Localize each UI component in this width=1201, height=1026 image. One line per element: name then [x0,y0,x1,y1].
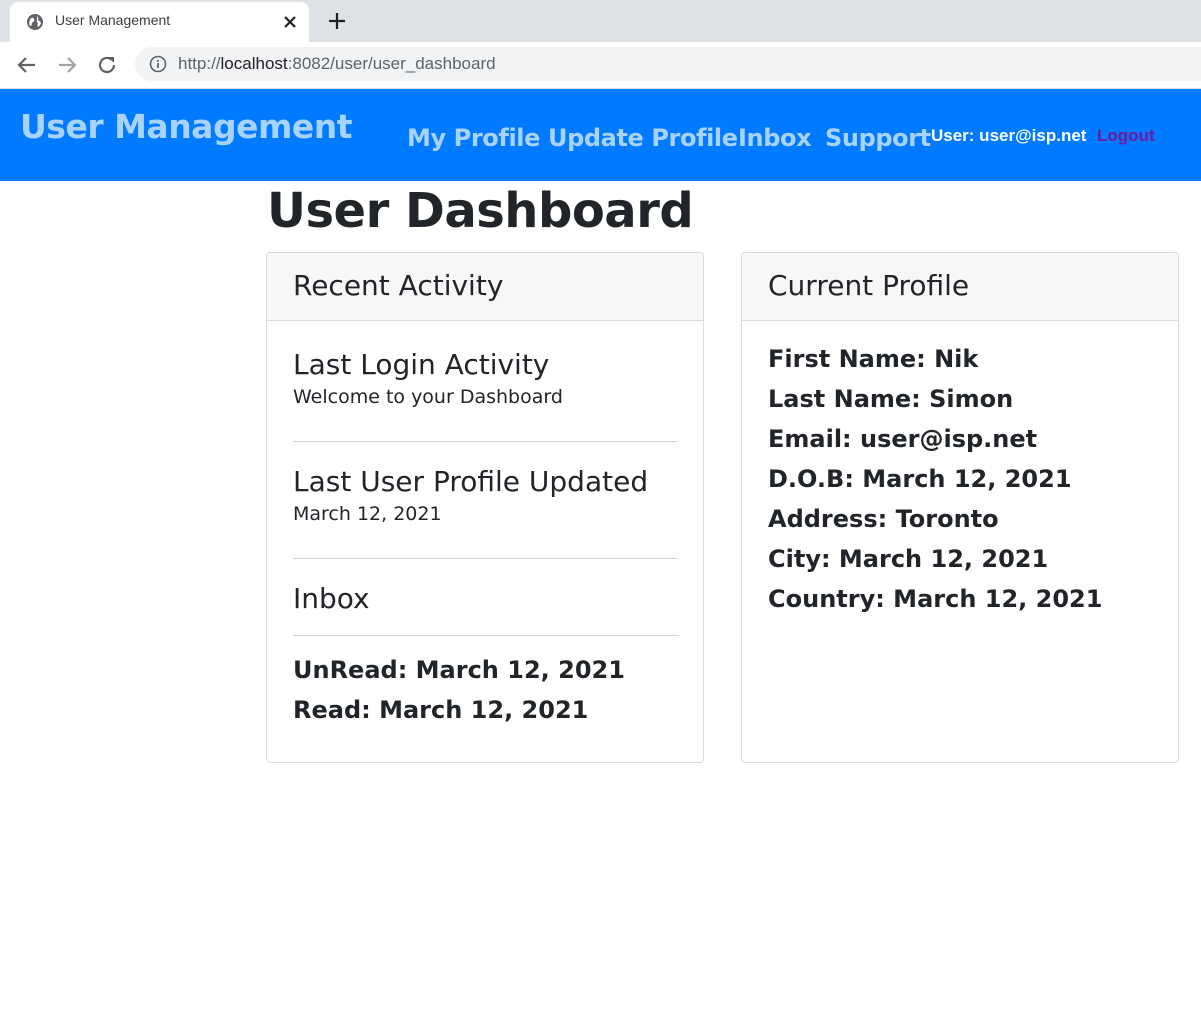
browser-tabstrip: User Management [0,0,1201,42]
top-navbar: User Management My Profile Update Profil… [0,89,1201,181]
profile-country: Country: March 12, 2021 [768,585,1103,613]
inbox-title: Inbox [293,582,370,615]
nav-link-my-profile[interactable]: My Profile [407,124,540,152]
nav-link-support[interactable]: Support [825,124,931,152]
inbox-unread: UnRead: March 12, 2021 [293,656,625,684]
current-user-label: User: user@isp.net [931,126,1087,145]
profile-first-name: First Name: Nik [768,345,979,373]
browser-tab[interactable]: User Management [10,2,309,42]
current-profile-header: Current Profile [742,253,1178,321]
url-text: http://localhost:8082/user/user_dashboar… [178,54,496,73]
last-login-text: Welcome to your Dashboard [293,386,563,408]
info-icon[interactable] [149,55,167,73]
inbox-read: Read: March 12, 2021 [293,696,589,724]
plus-icon[interactable] [327,11,347,31]
recent-activity-title: Recent Activity [293,269,504,302]
current-profile-title: Current Profile [768,269,970,302]
browser-toolbar: http://localhost:8082/user/user_dashboar… [0,42,1201,89]
brand-title[interactable]: User Management [20,107,353,146]
profile-address: Address: Toronto [768,505,999,533]
recent-activity-header: Recent Activity [267,253,703,321]
last-update-title: Last User Profile Updated [293,465,649,498]
globe-icon [27,14,43,30]
nav-link-update-profile[interactable]: Update Profile [548,124,738,152]
nav-link-inbox[interactable]: Inbox [738,124,812,152]
forward-arrow-icon[interactable] [55,53,79,77]
profile-last-name: Last Name: Simon [768,385,1014,413]
tab-title: User Management [55,12,171,28]
profile-city: City: March 12, 2021 [768,545,1049,573]
close-icon[interactable] [281,13,299,31]
reload-icon[interactable] [95,53,119,77]
logout-link[interactable]: Logout [1097,126,1155,146]
last-update-text: March 12, 2021 [293,503,442,525]
back-arrow-icon[interactable] [15,53,39,77]
profile-email: Email: user@isp.net [768,425,1038,453]
recent-activity-card: Recent Activity Last Login Activity Welc… [266,252,704,763]
section-divider [293,635,678,636]
profile-dob: D.O.B: March 12, 2021 [768,465,1072,493]
section-divider [293,441,678,442]
last-login-title: Last Login Activity [293,348,550,381]
section-divider [293,558,678,559]
current-profile-card: Current Profile First Name: Nik Last Nam… [741,252,1179,763]
address-bar[interactable]: http://localhost:8082/user/user_dashboar… [135,47,1201,81]
page-title: User Dashboard [267,183,694,239]
